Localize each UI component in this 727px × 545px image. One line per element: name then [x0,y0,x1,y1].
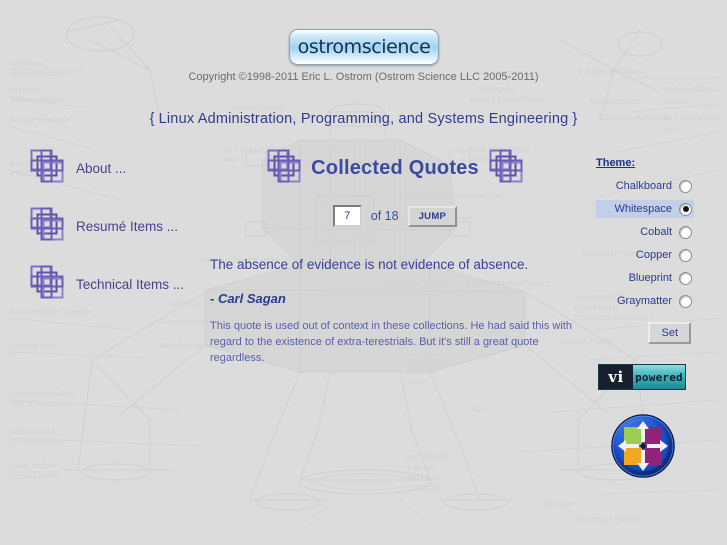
page-number-input[interactable] [332,205,362,227]
sidebar-item-label: About ... [76,160,127,176]
theme-option-label: Cobalt [640,226,672,238]
theme-option-label: Whitespace [614,203,672,215]
svg-text:BAY: BAY [664,127,679,134]
vi-badge-left-label: vi [599,365,633,389]
theme-radio-chalkboard[interactable] [679,179,692,193]
copyright-notice: Copyright ©1998-2011 Eric L. Ostrom (Ost… [188,71,539,83]
theme-option-label: Graymatter [616,295,672,307]
svg-text:RENDEZVOUS: RENDEZVOUS [590,99,643,106]
page-title-row: Collected Quotes [210,148,580,188]
theme-radio-copper[interactable] [679,248,692,262]
svg-text:BATTERIES: BATTERIES [406,455,448,462]
svg-text:TANK: TANK [408,379,428,386]
svg-text:FORWARD: FORWARD [478,87,517,94]
svg-text:EGRESS PLATFORM: EGRESS PLATFORM [470,97,545,104]
svg-text:TCA: TCA [470,407,485,414]
sidebar-item-about[interactable]: About ... [30,148,184,188]
theme-radio-whitespace[interactable] [679,202,692,216]
theme-option-whitespace[interactable]: Whitespace [596,200,694,218]
page-title: Collected Quotes [311,156,479,179]
stacked-squares-icon [489,149,523,188]
main-navigation: About ... Resumé Items ... Technical Ite [30,148,184,322]
sidebar-item-label: Technical Items ... [76,276,185,292]
theme-option-blueprint[interactable]: Blueprint [596,269,694,287]
sidebar-item-label: Resumé Items ... [76,218,179,234]
theme-radio-blueprint[interactable] [679,271,692,285]
svg-text:tank (2 locations): tank (2 locations) [10,401,71,408]
theme-option-copper[interactable]: Copper [596,246,694,264]
svg-text:VHF ANTENNA: VHF ANTENNA [664,87,717,94]
svg-text:sensing probe: sensing probe [10,473,59,480]
svg-text:Lunar surface: Lunar surface [10,463,58,470]
site-logo[interactable]: ostromscience [289,29,439,65]
theme-radio-cobalt[interactable] [679,225,692,239]
theme-option-cobalt[interactable]: Cobalt [596,223,694,241]
site-logo-text: ostromscience [297,35,431,58]
tagline-close-brace: } [572,111,578,127]
quote-author: - Carl Sagan [210,291,286,307]
svg-text:HELIUM: HELIUM [544,501,573,508]
centos-logo[interactable] [611,414,675,478]
set-button-wrap: Set [596,322,694,344]
stacked-squares-icon [30,149,64,188]
vi-badge-right-label: powered [633,365,685,389]
vi-powered-badge[interactable]: vi powered [598,364,686,390]
svg-text:ANTENNA: ANTENNA [406,475,442,482]
pagination-controls: of 18 JUMP [210,205,580,227]
tagline-open-brace: { [149,111,155,127]
theme-option-graymatter[interactable]: Graymatter [596,292,694,310]
theme-heading: Theme: [596,157,636,169]
main-content: Collected Quotes of 18 JUMP The absence … [210,148,580,367]
svg-text:Alignment: Alignment [10,61,45,68]
stacked-squares-icon [30,207,64,246]
site-tagline: {Linux Administration, Programming, and … [0,111,727,127]
theme-panel: Theme: Chalkboard Whitespace Cobalt Copp… [596,157,694,344]
svg-text:docking window: docking window [10,97,66,104]
svg-text:DESCENT ENGINE: DESCENT ENGINE [576,517,644,524]
sidebar-item-resume-items[interactable]: Resumé Items ... [30,206,184,246]
site-logo-plate[interactable]: ostromscience [289,29,439,65]
stacked-squares-icon [267,149,301,188]
quote-note: This quote is used out of context in the… [210,320,572,365]
svg-text:Oxidizer tank: Oxidizer tank [10,429,56,436]
svg-text:overhead: overhead [10,87,42,94]
theme-radio-graymatter[interactable] [679,294,692,308]
theme-option-label: Chalkboard [615,180,672,192]
theme-option-chalkboard[interactable]: Chalkboard [596,177,694,195]
set-theme-button[interactable]: Set [648,322,691,344]
stacked-squares-icon [30,265,64,304]
svg-text:Descent propellant: Descent propellant [10,391,76,398]
quote-text: The absence of evidence is not evidence … [210,257,529,272]
svg-text:Landing gear: Landing gear [10,343,56,350]
sidebar-item-technical-items[interactable]: Technical Items ... [30,264,184,304]
svg-text:STORAGE: STORAGE [406,485,443,492]
theme-option-label: Blueprint [628,272,672,284]
svg-text:RADAR: RADAR [664,99,691,106]
svg-text:HELIUM: HELIUM [408,369,437,376]
tagline-text: Linux Administration, Programming, and S… [158,111,569,127]
jump-button[interactable]: JUMP [407,205,458,227]
svg-text:(2 locations): (2 locations) [10,439,53,446]
svg-text:S-BAND: S-BAND [406,465,435,472]
theme-option-label: Copper [635,249,672,261]
page-total-label: of 18 [370,209,399,223]
